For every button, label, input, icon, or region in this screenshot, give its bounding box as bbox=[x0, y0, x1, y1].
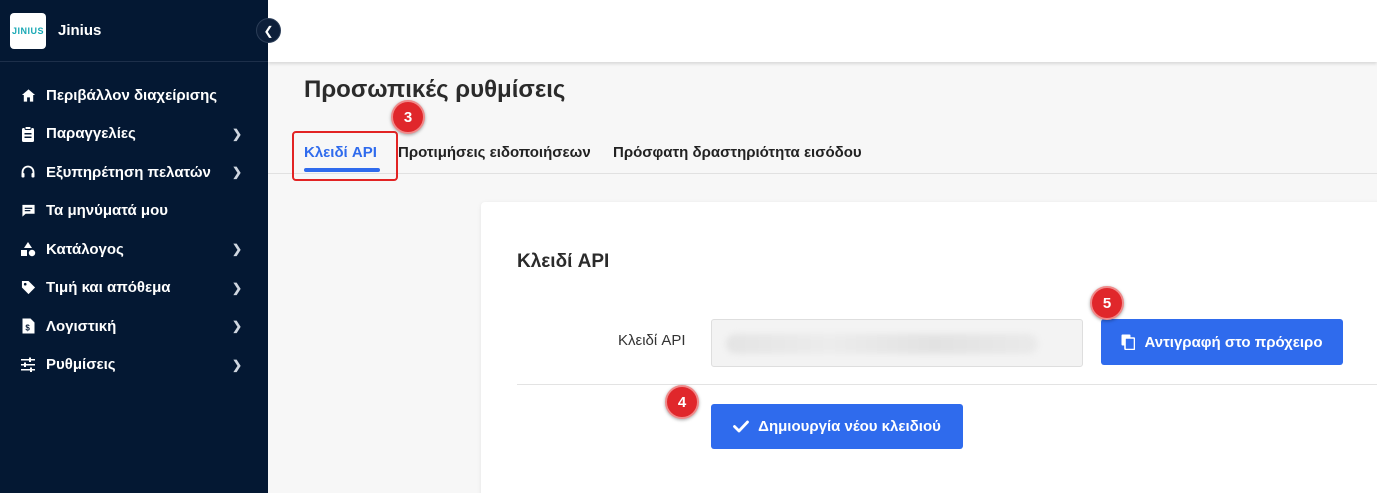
sidebar-collapse-button[interactable]: ❮ bbox=[256, 18, 281, 43]
brand-logo[interactable]: JINIUS bbox=[10, 12, 46, 49]
sidebar-item-label: Παραγγελίες bbox=[46, 125, 136, 143]
sidebar-nav: Περιβάλλον διαχείρισης Παραγγελίες ❯ Εξυ… bbox=[0, 62, 268, 384]
chevron-right-icon: ❯ bbox=[231, 357, 242, 372]
chevron-right-icon: ❯ bbox=[231, 280, 242, 295]
step-badge-3: 3 bbox=[391, 100, 425, 134]
divider bbox=[517, 384, 1377, 385]
blurred-api-key bbox=[726, 334, 1038, 354]
sliders-icon bbox=[20, 357, 36, 373]
invoice-icon: $ bbox=[20, 318, 36, 334]
step-badge-5: 5 bbox=[1090, 286, 1124, 320]
sidebar-item-dashboard[interactable]: Περιβάλλον διαχείρισης bbox=[0, 76, 268, 115]
chevron-right-icon: ❯ bbox=[231, 165, 242, 180]
brand: JINIUS Jinius bbox=[0, 0, 268, 62]
sidebar-item-settings[interactable]: Ρυθμίσεις ❯ bbox=[0, 346, 268, 385]
sidebar-item-catalog[interactable]: Κατάλογος ❯ bbox=[0, 230, 268, 269]
generate-new-key-button[interactable]: Δημιουργία νέου κλειδιού bbox=[711, 404, 963, 449]
sidebar-item-label: Κατάλογος bbox=[46, 240, 124, 258]
sidebar-item-label: Τιμή και απόθεμα bbox=[46, 279, 171, 297]
api-key-card: Κλειδί API Κλειδί API Αντιγραφή στο πρόχ… bbox=[481, 202, 1377, 493]
chevron-right-icon: ❯ bbox=[231, 242, 242, 257]
sidebar-item-messages[interactable]: Τα μηνύματά μου bbox=[0, 192, 268, 231]
tab-highlight-box bbox=[292, 131, 398, 181]
brand-name: Jinius bbox=[58, 22, 102, 39]
chevron-right-icon: ❯ bbox=[231, 319, 242, 334]
api-key-label: Κλειδί API bbox=[618, 332, 686, 349]
sidebar-item-label: Τα μηνύματά μου bbox=[46, 202, 168, 220]
top-bar bbox=[268, 0, 1377, 62]
sidebar-item-label: Περιβάλλον διαχείρισης bbox=[46, 86, 218, 104]
settings-tabs: Κλειδί API Προτιμήσεις ειδοποιήσεων Πρόσ… bbox=[268, 130, 1377, 174]
sidebar-item-price-stock[interactable]: Τιμή και απόθεμα ❯ bbox=[0, 269, 268, 308]
headset-icon bbox=[20, 164, 36, 180]
tab-recent-login-activity[interactable]: Πρόσφατη δραστηριότητα εισόδου bbox=[613, 144, 862, 161]
message-icon bbox=[20, 203, 36, 219]
copy-button-label: Αντιγραφή στο πρόχειρο bbox=[1144, 333, 1323, 351]
sidebar-item-customer-service[interactable]: Εξυπηρέτηση πελατών ❯ bbox=[0, 153, 268, 192]
step-badge-4: 4 bbox=[665, 385, 699, 419]
sidebar-item-label: Ρυθμίσεις bbox=[46, 356, 116, 374]
shapes-icon bbox=[20, 241, 36, 257]
tag-icon bbox=[20, 280, 36, 296]
svg-text:$: $ bbox=[25, 324, 30, 333]
card-title: Κλειδί API bbox=[517, 251, 610, 272]
checkmark-icon bbox=[733, 420, 750, 433]
copy-icon bbox=[1121, 334, 1136, 350]
api-key-field[interactable] bbox=[711, 319, 1083, 367]
copy-to-clipboard-button[interactable]: Αντιγραφή στο πρόχειρο bbox=[1101, 319, 1343, 365]
sidebar: JINIUS Jinius Περιβάλλον διαχείρισης Παρ… bbox=[0, 0, 268, 493]
sidebar-item-label: Εξυπηρέτηση πελατών bbox=[46, 163, 211, 181]
home-icon bbox=[20, 87, 36, 103]
sidebar-item-orders[interactable]: Παραγγελίες ❯ bbox=[0, 115, 268, 154]
sidebar-item-label: Λογιστική bbox=[46, 317, 117, 335]
chevron-left-icon: ❮ bbox=[263, 23, 274, 38]
clipboard-icon bbox=[20, 125, 36, 142]
new-key-button-label: Δημιουργία νέου κλειδιού bbox=[758, 418, 941, 435]
tab-notification-preferences[interactable]: Προτιμήσεις ειδοποιήσεων bbox=[398, 144, 591, 161]
page-title: Προσωπικές ρυθμίσεις bbox=[304, 76, 566, 103]
sidebar-item-accounting[interactable]: $ Λογιστική ❯ bbox=[0, 307, 268, 346]
chevron-right-icon: ❯ bbox=[231, 126, 242, 141]
